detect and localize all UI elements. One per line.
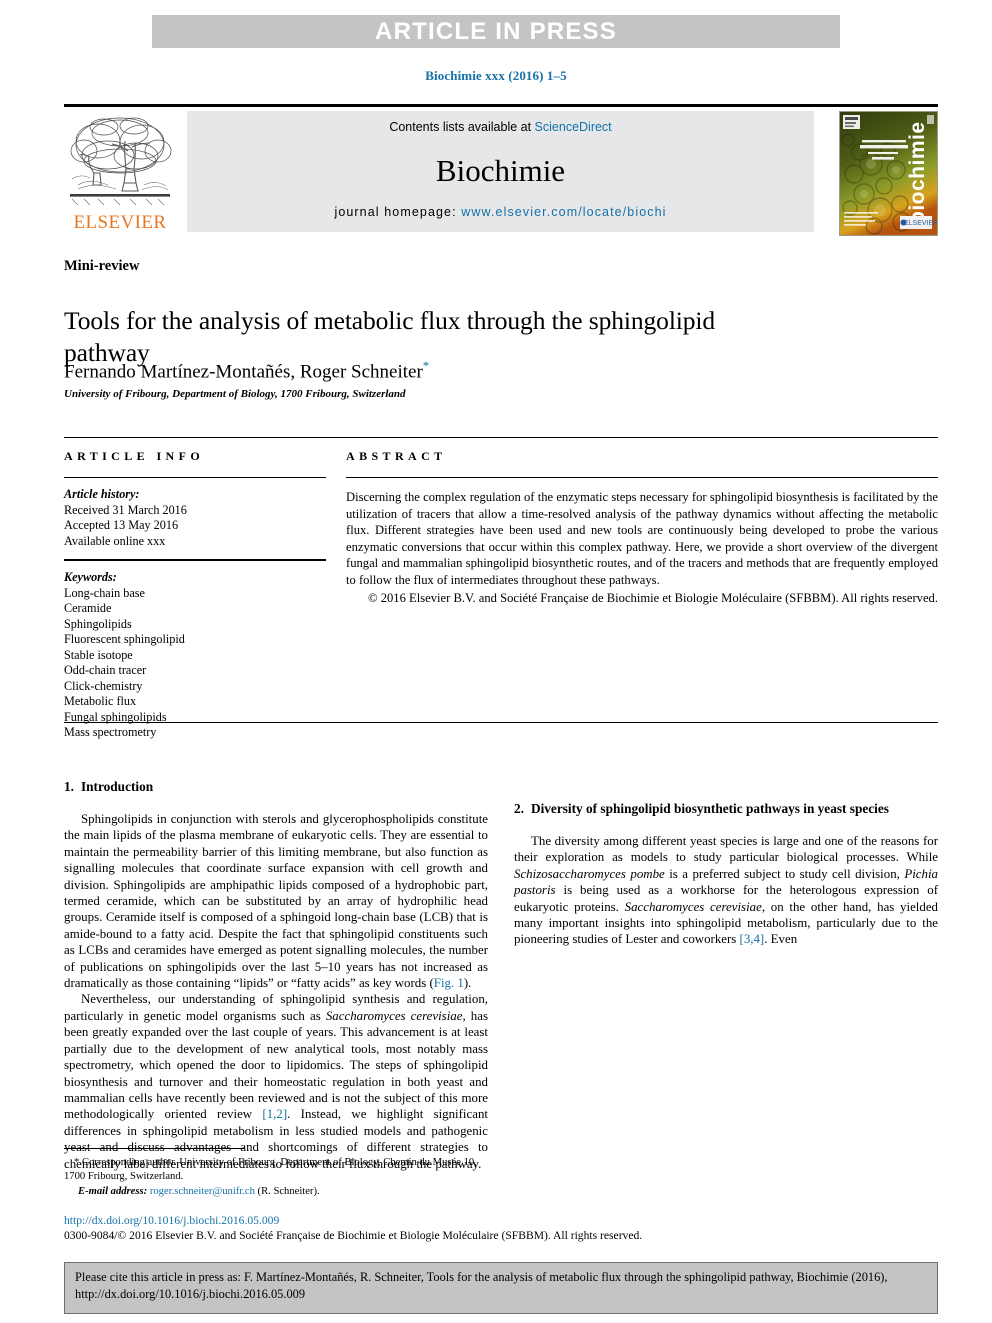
doi-link[interactable]: http://dx.doi.org/10.1016/j.biochi.2016.… bbox=[64, 1213, 944, 1228]
abstract-column: ABSTRACT Discerning the complex regulati… bbox=[346, 449, 938, 607]
keywords-label: Keywords: bbox=[64, 570, 117, 584]
intro-p1-text: Sphingolipids in conjunction with sterol… bbox=[64, 812, 488, 991]
section-heading-diversity: 2. Diversity of sphingolipid biosynthetic… bbox=[514, 800, 938, 817]
journal-cover-thumbnail: biochimie ELSEVIER bbox=[839, 111, 938, 236]
elsevier-wordmark: ELSEVIER bbox=[73, 212, 167, 233]
keyword-item: Long-chain base bbox=[64, 585, 145, 600]
email-link[interactable]: roger.schneiter@unifr.ch bbox=[150, 1186, 255, 1197]
contents-lists-line: Contents lists available at ScienceDirec… bbox=[187, 120, 814, 134]
section-title: Diversity of sphingolipid biosynthetic p… bbox=[530, 801, 889, 816]
body-column-left: 1. Introduction Sphingolipids in conjunct… bbox=[64, 778, 488, 1172]
div-text-e: . Even bbox=[764, 932, 798, 947]
journal-info-band: Contents lists available at ScienceDirec… bbox=[187, 111, 814, 232]
issn-copyright-line: 0300-9084/© 2016 Elsevier B.V. and Socié… bbox=[64, 1229, 643, 1242]
corresponding-author-marker: * bbox=[422, 358, 430, 373]
citation-notice-text: Please cite this article in press as: F.… bbox=[75, 1270, 888, 1301]
author-names: Fernando Martínez-Montañés, Roger Schnei… bbox=[64, 361, 423, 383]
article-in-press-label: ARTICLE IN PRESS bbox=[375, 18, 617, 45]
species-name-saccharomyces-2: Saccharomyces cerevisiae bbox=[624, 899, 762, 914]
elsevier-logo: ELSEVIER bbox=[64, 111, 176, 236]
keyword-item: Odd-chain tracer bbox=[64, 663, 147, 677]
contents-lists-prefix: Contents lists available at bbox=[389, 120, 535, 134]
running-head-citation: Biochimie xxx (2016) 1–5 bbox=[425, 68, 567, 83]
div-text-b: is a preferred subject to study cell div… bbox=[664, 866, 905, 881]
abstract-heading: ABSTRACT bbox=[346, 449, 447, 463]
species-name-schizosaccharomyces: Schizosaccharomyces pombe bbox=[514, 866, 665, 881]
diversity-paragraph-1: The diversity among different yeast spec… bbox=[514, 833, 938, 948]
journal-homepage-line: journal homepage: www.elsevier.com/locat… bbox=[187, 205, 814, 219]
section-title: Introduction bbox=[80, 779, 154, 794]
panel-top-divider bbox=[64, 437, 938, 438]
email-label: E-mail address: bbox=[78, 1186, 148, 1198]
article-history-block: Article history: Received 31 March 2016 … bbox=[64, 487, 326, 549]
reference-link-1-2[interactable]: [1,2] bbox=[262, 1107, 287, 1121]
svg-text:ELSEVIER: ELSEVIER bbox=[904, 220, 937, 227]
history-item: Accepted 13 May 2016 bbox=[64, 518, 179, 532]
sciencedirect-link[interactable]: ScienceDirect bbox=[535, 120, 612, 134]
keyword-item: Mass spectrometry bbox=[64, 725, 157, 739]
keyword-item: Fungal sphingolipids bbox=[64, 709, 167, 724]
footnote-divider bbox=[64, 1148, 244, 1149]
article-info-heading: ARTICLE INFO bbox=[64, 449, 205, 463]
history-item: Received 31 March 2016 bbox=[64, 502, 187, 517]
keyword-item: Click-chemistry bbox=[64, 678, 143, 693]
article-type-label: Mini-review bbox=[64, 258, 140, 274]
email-suffix: (R. Schneiter). bbox=[257, 1186, 320, 1198]
email-note: E-mail address: roger.schneiter@unifr.ch… bbox=[64, 1185, 488, 1199]
keyword-item: Ceramide bbox=[64, 601, 112, 615]
intro-paragraph-2: Nevertheless, our understanding of sphin… bbox=[64, 991, 488, 1171]
article-info-rule bbox=[64, 477, 326, 478]
abstract-text: Discerning the complex regulation of the… bbox=[346, 490, 938, 587]
doi-block: http://dx.doi.org/10.1016/j.biochi.2016.… bbox=[64, 1213, 944, 1243]
section-heading-introduction: 1. Introduction bbox=[64, 778, 488, 795]
svg-text:biochimie: biochimie bbox=[906, 121, 929, 224]
keyword-item: Fluorescent sphingolipid bbox=[64, 632, 185, 646]
keywords-block: Keywords: Long-chain base Ceramide Sphin… bbox=[64, 570, 326, 741]
keyword-item: Sphingolipids bbox=[64, 616, 132, 631]
intro-p1-tail: ). bbox=[463, 976, 472, 991]
article-history-label: Article history: bbox=[64, 487, 140, 501]
citation-notice-box: Please cite this article in press as: F.… bbox=[64, 1262, 938, 1314]
keyword-item: Stable isotope bbox=[64, 647, 133, 662]
div-text-a: The diversity among different yeast spec… bbox=[514, 834, 938, 865]
abstract-rule bbox=[346, 477, 938, 478]
journal-homepage-link[interactable]: www.elsevier.com/locate/biochi bbox=[461, 205, 666, 219]
article-info-column: ARTICLE INFO Article history: Received 3… bbox=[64, 449, 326, 741]
figure-1-link[interactable]: Fig. 1 bbox=[434, 976, 464, 990]
corresponding-author-note: * Corresponding author. University of Fr… bbox=[64, 1157, 477, 1182]
section-number: 2. bbox=[514, 801, 524, 816]
abstract-copyright: © 2016 Elsevier B.V. and Société Françai… bbox=[367, 591, 938, 605]
journal-masthead: ELSEVIER Contents lists available at Sci… bbox=[64, 104, 938, 236]
keyword-item: Metabolic flux bbox=[64, 694, 137, 708]
homepage-prefix: journal homepage: bbox=[334, 205, 462, 219]
article-in-press-banner: ARTICLE IN PRESS bbox=[152, 15, 840, 48]
keywords-rule bbox=[64, 559, 326, 561]
author-affiliation: University of Fribourg, Department of Bi… bbox=[64, 388, 406, 400]
history-item: Available online xxx bbox=[64, 533, 166, 548]
intro-paragraph-1: Sphingolipids in conjunction with sterol… bbox=[64, 811, 488, 991]
reference-link-3-4[interactable]: [3,4] bbox=[740, 932, 765, 946]
species-name-saccharomyces: Saccharomyces cerevisiae bbox=[325, 1008, 463, 1023]
article-first-page: ARTICLE IN PRESS Biochimie xxx (2016) 1–… bbox=[0, 0, 992, 1323]
author-list: Fernando Martínez-Montañés, Roger Schnei… bbox=[64, 358, 844, 383]
section-number: 1. bbox=[64, 779, 74, 794]
body-column-right: 2. Diversity of sphingolipid biosynthetic… bbox=[514, 778, 938, 948]
intro-p2-text-b: , has been greatly expanded over the las… bbox=[64, 1008, 488, 1122]
journal-title: Biochimie bbox=[435, 153, 566, 188]
footnote-block: * Corresponding author. University of Fr… bbox=[64, 1156, 488, 1199]
